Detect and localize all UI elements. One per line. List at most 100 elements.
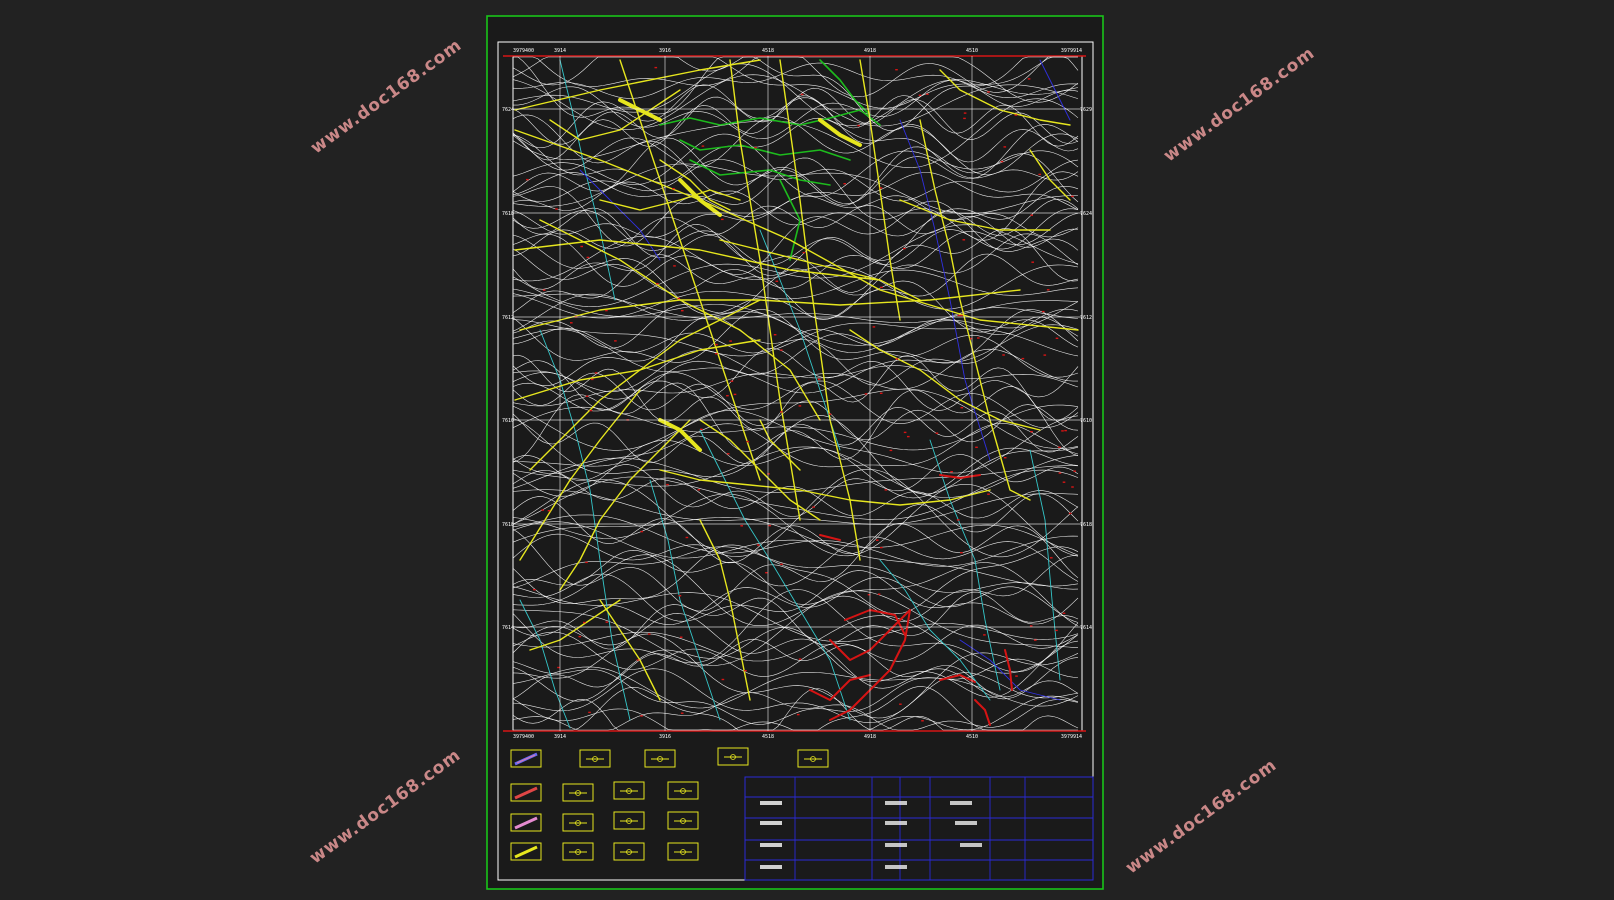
red-point-mark — [957, 314, 961, 317]
red-point-mark — [802, 251, 806, 254]
red-point-mark — [754, 146, 757, 149]
title-block-text — [955, 821, 977, 825]
red-point-mark — [588, 711, 591, 714]
red-point-mark — [780, 349, 783, 351]
red-point-mark — [963, 117, 966, 120]
red-point-mark — [1068, 512, 1072, 515]
red-point-mark — [983, 634, 986, 636]
red-point-mark — [956, 519, 960, 521]
coordinate-label: 4510 — [966, 48, 978, 54]
red-point-mark — [975, 446, 978, 448]
red-point-mark — [721, 678, 725, 681]
red-point-mark — [895, 358, 899, 360]
red-point-mark — [1030, 431, 1033, 433]
red-point-mark — [726, 453, 730, 455]
red-point-mark — [557, 666, 560, 669]
red-point-mark — [1038, 173, 1041, 176]
red-point-mark — [921, 720, 924, 722]
red-point-mark — [541, 509, 544, 511]
red-point-mark — [547, 510, 551, 512]
red-point-mark — [817, 378, 821, 380]
red-point-mark — [685, 536, 689, 539]
coordinate-label: 3979914 — [1061, 734, 1082, 740]
red-point-mark — [1003, 146, 1007, 148]
red-point-mark — [775, 280, 779, 282]
red-point-mark — [879, 187, 883, 189]
coordinate-label: 3979400 — [513, 734, 534, 740]
red-point-mark — [876, 539, 879, 541]
red-point-mark — [757, 544, 760, 546]
red-point-mark — [1061, 430, 1064, 432]
red-point-mark — [533, 589, 536, 591]
coordinate-label: 3916 — [659, 48, 671, 54]
coordinate-label: 7618 — [502, 522, 514, 528]
red-point-mark — [673, 265, 676, 267]
red-point-mark — [730, 380, 734, 382]
red-point-mark — [800, 93, 804, 96]
red-point-mark — [1050, 557, 1053, 559]
red-point-mark — [1000, 160, 1004, 163]
title-block-text — [760, 821, 782, 825]
red-point-mark — [654, 66, 658, 69]
red-point-mark — [647, 633, 651, 635]
red-point-mark — [767, 473, 770, 475]
topographic-map[interactable]: 3979400 3914 3916 4518 4918 4510 3979914 397940… — [502, 48, 1092, 740]
red-point-mark — [746, 440, 750, 443]
coordinate-label: 7610 — [1080, 418, 1092, 424]
red-point-mark — [1002, 354, 1005, 356]
red-point-mark — [828, 413, 832, 415]
red-point-mark — [1073, 470, 1076, 472]
red-point-mark — [678, 595, 682, 597]
red-point-mark — [1003, 457, 1007, 459]
red-point-mark — [950, 471, 953, 473]
red-point-mark — [677, 297, 681, 300]
red-point-mark — [926, 93, 929, 95]
cad-viewport[interactable]: 3979400 3914 3916 4518 4918 4510 3979914 397940… — [0, 0, 1614, 900]
red-point-mark — [1058, 446, 1061, 448]
red-point-mark — [733, 393, 737, 396]
red-point-mark — [697, 489, 701, 491]
red-point-mark — [594, 372, 598, 374]
red-point-mark — [666, 483, 669, 486]
red-point-mark — [1014, 114, 1018, 116]
red-point-mark — [1062, 481, 1066, 483]
title-block-text — [950, 801, 972, 805]
coordinate-label: 3916 — [659, 734, 671, 740]
title-block-text — [760, 865, 782, 869]
red-point-mark — [765, 572, 768, 574]
red-point-mark — [879, 392, 883, 394]
red-point-mark — [796, 713, 800, 716]
red-point-mark — [1062, 612, 1066, 614]
red-point-mark — [895, 69, 898, 71]
red-point-mark — [1029, 625, 1033, 627]
red-point-mark — [1015, 675, 1018, 677]
red-point-mark — [1043, 354, 1047, 356]
red-point-mark — [578, 635, 582, 638]
red-point-mark — [1034, 639, 1037, 641]
coordinate-label: 4918 — [864, 734, 876, 740]
coordinate-label: 4518 — [762, 48, 774, 54]
coordinate-label: 7614 — [502, 625, 514, 631]
cad-drawing[interactable]: 3979400 3914 3916 4518 4918 4510 3979914 397940… — [0, 0, 1614, 900]
coordinate-label: 7612 — [1080, 315, 1092, 321]
red-point-mark — [1027, 78, 1031, 80]
red-point-mark — [960, 314, 963, 317]
red-point-mark — [1031, 261, 1034, 263]
red-point-mark — [1041, 310, 1045, 313]
red-point-mark — [526, 178, 529, 181]
red-point-mark — [570, 322, 573, 324]
red-point-mark — [960, 552, 963, 554]
title-block-text — [960, 843, 982, 847]
red-point-mark — [935, 432, 939, 434]
coordinate-label: 7629 — [1080, 107, 1092, 113]
red-point-mark — [1064, 429, 1067, 432]
red-point-mark — [585, 395, 589, 397]
red-point-mark — [715, 353, 718, 355]
title-block-text — [885, 821, 907, 825]
coordinate-label: 7612 — [502, 315, 514, 321]
coordinate-label: 3979400 — [513, 48, 534, 54]
red-point-mark — [729, 340, 732, 342]
red-point-mark — [987, 91, 990, 93]
red-point-mark — [656, 283, 659, 285]
red-point-mark — [962, 239, 966, 241]
